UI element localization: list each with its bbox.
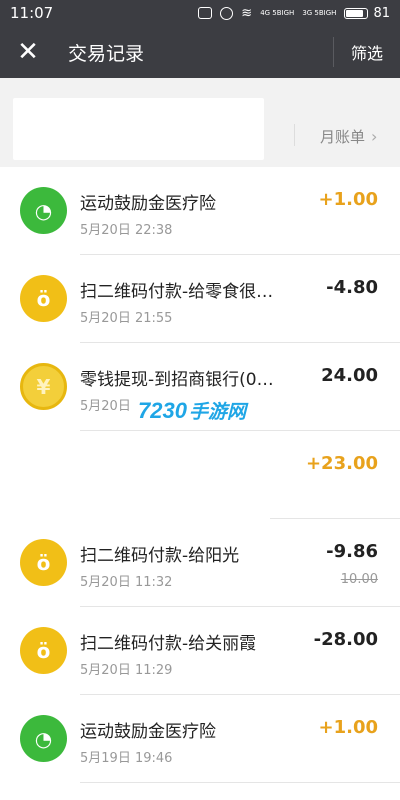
alarm-icon [220, 6, 234, 20]
transaction-name: 扫二维码付款-给关丽霞 [80, 634, 257, 654]
transaction-amount: -28.00 [313, 629, 378, 650]
watermark-text: 手游网 [188, 402, 246, 423]
battery-indicator: 81 [344, 6, 390, 21]
transaction-amount: +1.00 [318, 189, 379, 210]
page-title: 交易记录 [68, 42, 145, 65]
wechat-icon: ◔ [20, 715, 67, 762]
list-item[interactable]: ö 扫二维码付款-给零食很… 5月20日 21:55 -4.80 [0, 255, 400, 343]
transaction-time: 5月20日 11:29 [80, 663, 173, 678]
battery-icon [344, 7, 369, 19]
money-bag-icon: ö [20, 539, 67, 586]
status-time: 11:07 [10, 4, 54, 22]
summary-divider [294, 124, 295, 146]
summary-card [13, 98, 264, 160]
list-item[interactable]: ö 扫二维码付款-给阳光 5月20日 11:32 -9.86 10.00 [0, 519, 400, 607]
transaction-time: 5月20日 11:32 [80, 575, 173, 590]
list-item[interactable]: ◔ 运动鼓励金医疗险 5月20日 22:38 +1.00 [0, 167, 400, 255]
transaction-time: 5月20日 22:38 [80, 223, 173, 238]
transaction-name: 运动鼓励金医疗险 [80, 722, 216, 742]
subtotal-row: +23.00 [0, 431, 400, 519]
signal-3g-icon: 3G 5BIGH [302, 8, 337, 17]
watermark: 7230 手游网 [138, 397, 246, 424]
transaction-time: 5月19日 19:46 [80, 751, 173, 766]
transaction-name: 零钱提现-到招商银行(0… [80, 370, 274, 390]
original-amount: 10.00 [340, 572, 378, 587]
list-item[interactable]: ◔ 运动鼓励金医疗险 5月19日 19:46 +1.00 [0, 695, 400, 783]
yuan-coin-icon: ¥ [20, 363, 67, 410]
money-bag-icon: ö [20, 627, 67, 674]
transaction-name: 扫二维码付款-给阳光 [80, 546, 240, 566]
transaction-time: 5月20日 [80, 399, 131, 414]
chevron-right-icon: › [371, 127, 378, 146]
notification-icon [198, 7, 213, 19]
close-icon: ✕ [17, 37, 39, 67]
transaction-list: ◔ 运动鼓励金医疗险 5月20日 22:38 +1.00 ö 扫二维码付款-给零… [0, 167, 400, 800]
status-icons: ≋ 4G 5BIGH 3G 5BIGH 81 [198, 6, 390, 21]
close-button[interactable]: ✕ [0, 26, 56, 78]
filter-button[interactable]: 筛选 [334, 40, 400, 64]
status-bar: 11:07 ≋ 4G 5BIGH 3G 5BIGH 81 [0, 0, 400, 26]
summary-section: 月账单 › [0, 78, 400, 167]
transaction-amount: -9.86 [326, 541, 378, 562]
battery-level: 81 [373, 5, 390, 21]
money-bag-icon: ö [20, 275, 67, 322]
list-item[interactable]: ö 扫二维码付款-给关丽霞 5月20日 11:29 -28.00 [0, 607, 400, 695]
transaction-time: 5月20日 21:55 [80, 311, 173, 326]
transaction-amount: +1.00 [318, 717, 379, 738]
wechat-icon: ◔ [20, 187, 67, 234]
transaction-amount: -4.80 [326, 277, 378, 298]
subtotal-amount: +23.00 [305, 453, 378, 474]
wifi-icon: ≋ [241, 5, 253, 21]
transaction-amount: 24.00 [321, 365, 378, 386]
monthly-bill-button[interactable]: 月账单 › [320, 126, 377, 147]
transaction-name: 运动鼓励金医疗险 [80, 194, 216, 214]
signal-4g-icon: 4G 5BIGH [260, 8, 295, 17]
title-bar: ✕ 交易记录 筛选 [0, 26, 400, 78]
watermark-number: 7230 [138, 398, 187, 423]
transaction-name: 扫二维码付款-给零食很… [80, 282, 274, 302]
monthly-bill-label: 月账单 [320, 128, 366, 146]
